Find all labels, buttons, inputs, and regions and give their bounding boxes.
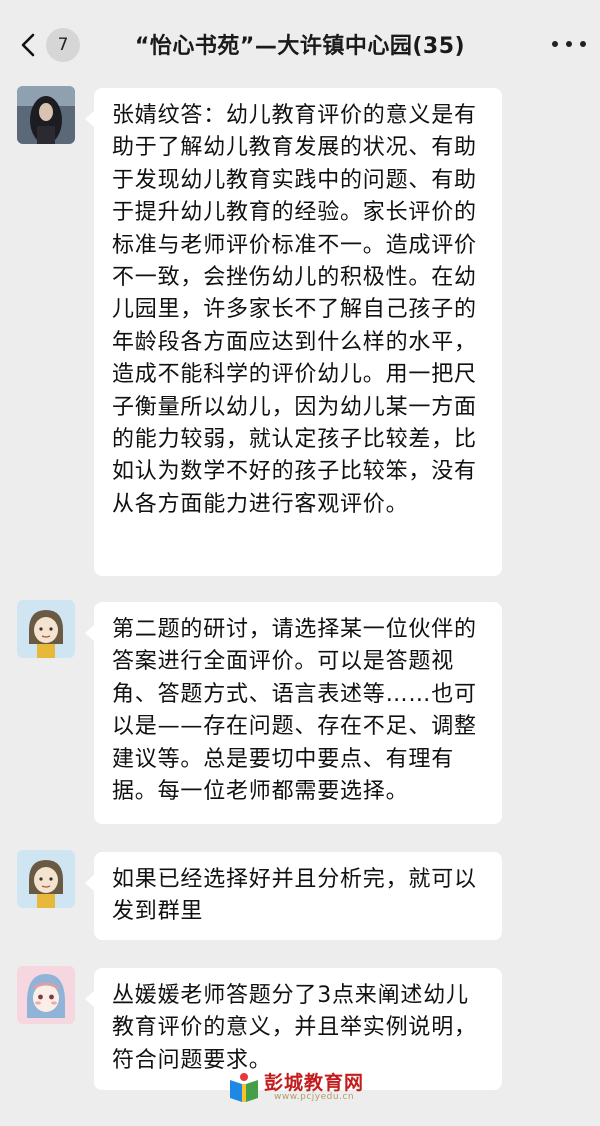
- chat-title: “怡心书苑”—大许镇中心园(35): [134, 34, 466, 59]
- cartoon-girl-avatar: [17, 600, 75, 658]
- message-bubble[interactable]: 如果已经选择好并且分析完，就可以发到群里: [85, 852, 502, 940]
- message-text: 张婧纹答：幼儿教育评价的意义是有助于了解幼儿教育发展的状况、有助于发现幼儿教育实…: [112, 103, 477, 517]
- message-text: 丛媛媛老师答题分了3点来阐述幼儿教育评价的意义，并且举实例说明，符合问题要求。: [112, 983, 477, 1073]
- cartoon-girl-avatar: [17, 850, 75, 908]
- message-bubble[interactable]: 第二题的研讨，请选择某一位伙伴的答案进行全面评价。可以是答题视角、答题方式、语言…: [85, 602, 502, 824]
- avatar[interactable]: [17, 86, 75, 144]
- message-text: 第二题的研讨，请选择某一位伙伴的答案进行全面评价。可以是答题视角、答题方式、语言…: [112, 617, 477, 805]
- watermark-name: 彭城教育网: [264, 1072, 365, 1094]
- more-dots-icon: [580, 41, 586, 47]
- site-watermark: 彭城教育网 www.pcjyedu.cn: [226, 1066, 386, 1110]
- more-dots-icon: [566, 41, 572, 47]
- dark-hair-girl-avatar: [17, 86, 75, 144]
- avatar[interactable]: [17, 850, 75, 908]
- more-dots-icon: [552, 41, 558, 47]
- book-logo-icon: [230, 1073, 258, 1102]
- avatar[interactable]: [17, 600, 75, 658]
- more-button[interactable]: [552, 34, 586, 54]
- avatar[interactable]: [17, 966, 75, 1024]
- message-text: 如果已经选择好并且分析完，就可以发到群里: [112, 867, 477, 925]
- chat-header: 7 “怡心书苑”—大许镇中心园(35): [0, 0, 600, 88]
- blue-hood-girl-avatar: [17, 966, 75, 1024]
- watermark-url: www.pcjyedu.cn: [274, 1092, 355, 1102]
- message-bubble[interactable]: 张婧纹答：幼儿教育评价的意义是有助于了解幼儿教育发展的状况、有助于发现幼儿教育实…: [85, 88, 502, 576]
